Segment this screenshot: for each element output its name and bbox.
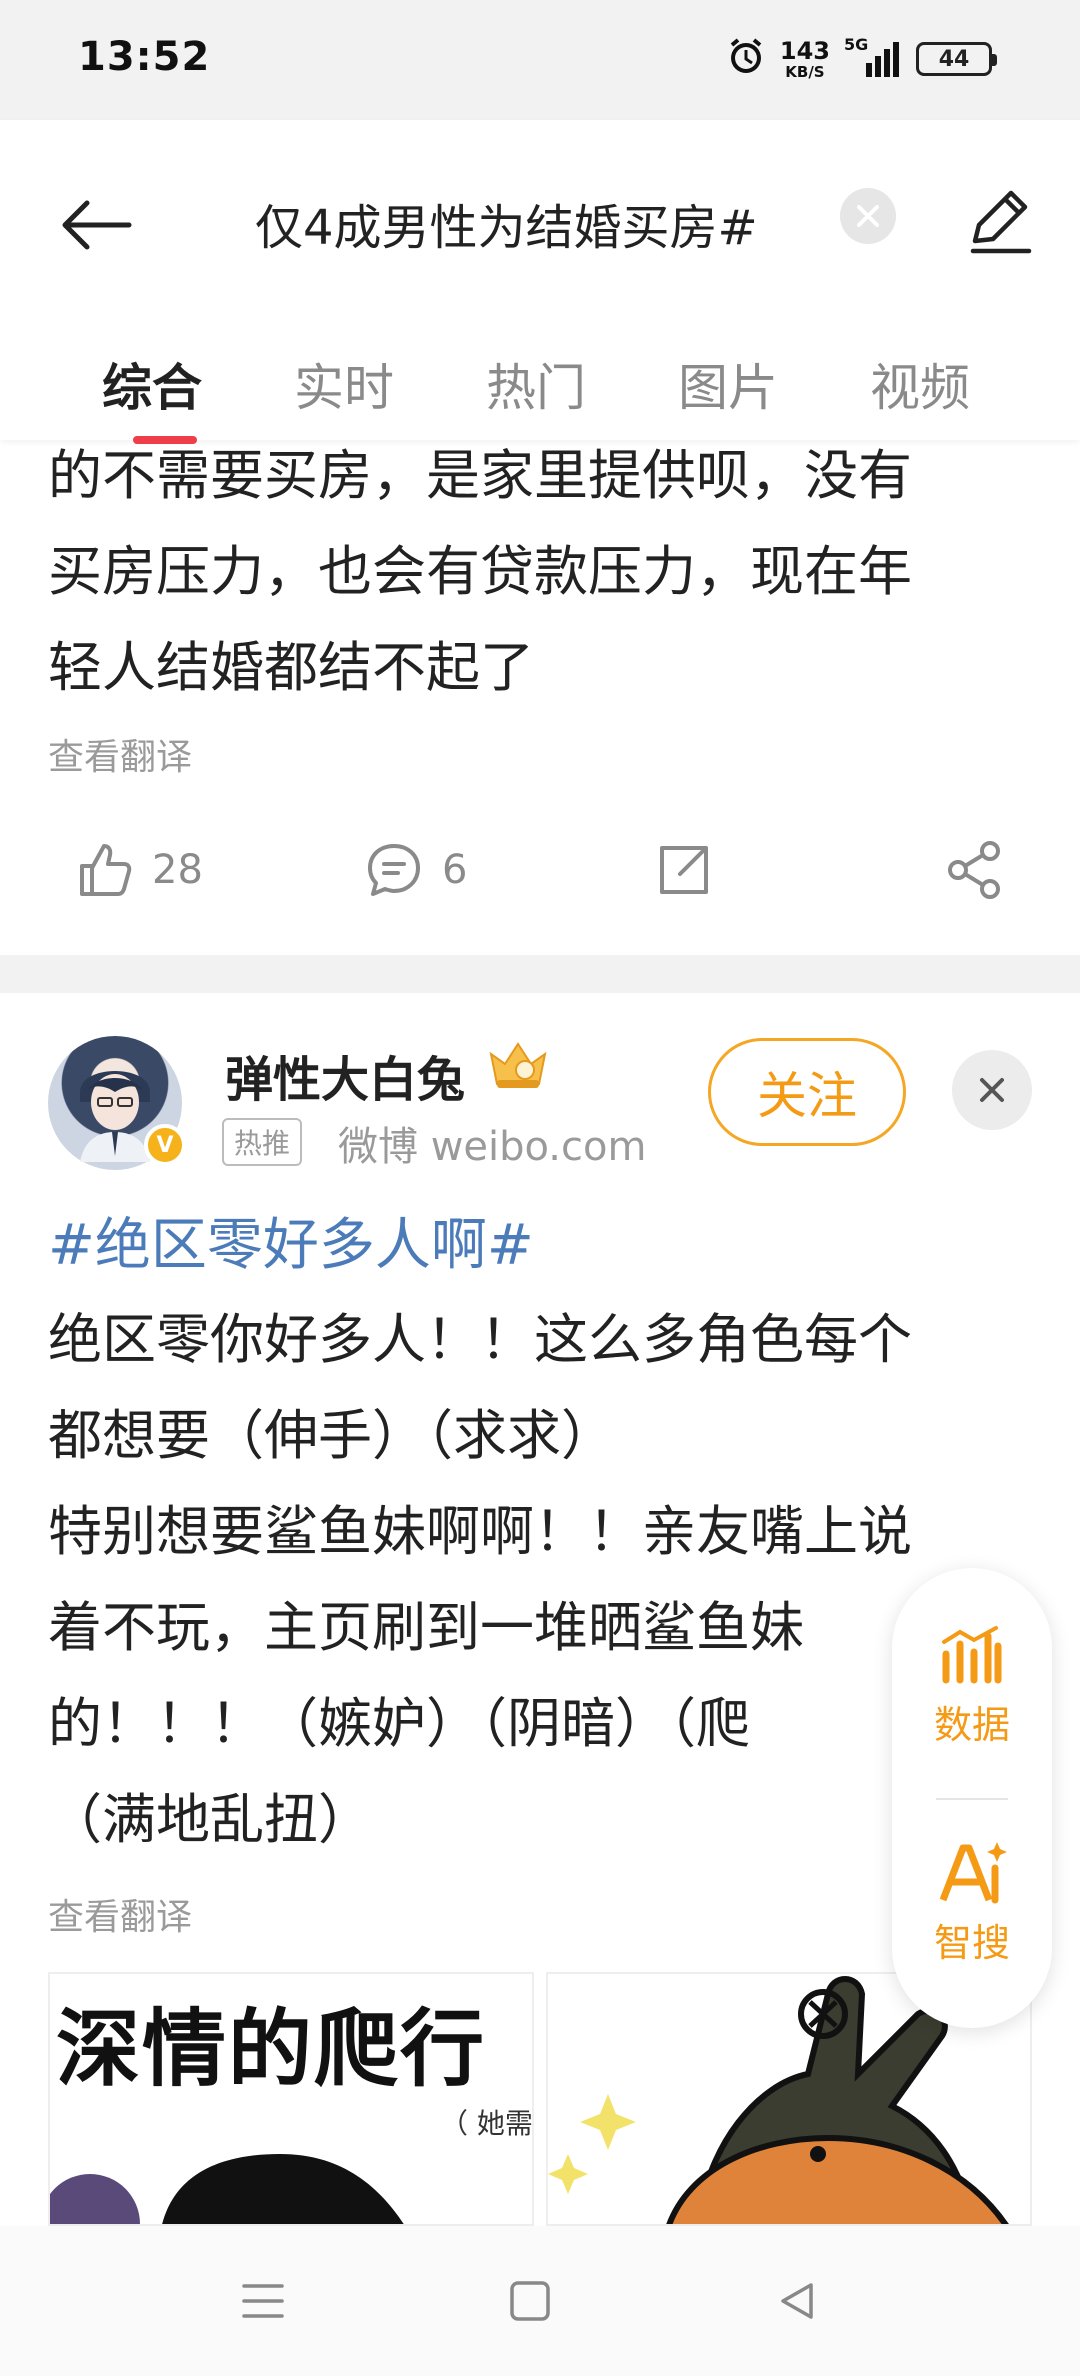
- crown-badge-icon: [489, 1042, 547, 1088]
- close-icon: [980, 1078, 1004, 1102]
- post-images: 深情的爬行 （ 她需云: [48, 1972, 1032, 2226]
- feed-divider: [0, 955, 1080, 993]
- post-text-line: 的！！！（嫉妒）（阴暗）（爬: [48, 1692, 750, 1755]
- search-query[interactable]: 仅4成男性为结婚买房#: [255, 188, 758, 258]
- net-speed: 143 KB/S: [780, 39, 830, 80]
- ai-search-button[interactable]: 智搜: [892, 1840, 1052, 1967]
- hot-tag: 热推: [222, 1118, 303, 1166]
- network-type: 5G: [844, 35, 869, 54]
- signal-icon: 5G: [844, 35, 902, 79]
- post-image-1[interactable]: 深情的爬行 （ 她需云: [48, 1972, 534, 2226]
- follow-button[interactable]: 关注: [708, 1038, 906, 1146]
- data-button[interactable]: 数据: [892, 1624, 1052, 1749]
- like-count: 28: [152, 847, 203, 893]
- system-nav-bar: [0, 2226, 1080, 2376]
- tab-general[interactable]: 综合: [102, 348, 202, 420]
- comment-count: 6: [442, 847, 468, 893]
- back-triangle-icon: [781, 2283, 813, 2319]
- share-icon: [948, 841, 1000, 899]
- edit-button[interactable]: [955, 175, 1045, 265]
- like-button[interactable]: 28: [74, 820, 203, 920]
- image-figure: [50, 2154, 404, 2224]
- alarm-icon: [726, 37, 766, 81]
- comment-button[interactable]: 6: [364, 820, 467, 920]
- side-panel-separator: [936, 1798, 1008, 1800]
- post-text-line: 着不玩，主页刷到一堆晒鲨鱼妹: [48, 1596, 804, 1659]
- menu-icon: [242, 2284, 284, 2318]
- menu-button[interactable]: [228, 2266, 298, 2336]
- clear-search-button[interactable]: [840, 188, 896, 244]
- repost-button[interactable]: [654, 820, 714, 920]
- post-text-line: 特别想要鲨鱼妹啊啊！！亲友嘴上说: [48, 1500, 912, 1563]
- battery-icon: 44: [916, 42, 997, 76]
- status-time: 13:52: [78, 34, 211, 80]
- tab-bar: 综合 实时 热门 图片 视频: [0, 320, 1080, 444]
- post-text-line: （满地乱扭）: [48, 1788, 372, 1851]
- status-bar: 13:52 143 KB/S 5G 44: [0, 0, 1080, 120]
- floating-side-panel: 数据 智搜: [892, 1568, 1052, 2028]
- repost-icon: [660, 846, 708, 894]
- search-header: 仅4成男性为结婚买房# 综合 实时 热门 图片 视频: [0, 120, 1080, 444]
- ai-search-label: 智搜: [933, 1921, 1010, 1965]
- thumbs-up-icon: [80, 844, 132, 896]
- home-button[interactable]: [495, 2266, 565, 2336]
- username[interactable]: 弹性大白兔: [225, 1040, 465, 1110]
- data-label: 数据: [933, 1703, 1010, 1747]
- share-button[interactable]: [944, 820, 1006, 920]
- net-speed-value: 143: [779, 36, 830, 65]
- tab-hot[interactable]: 热门: [486, 348, 586, 420]
- image-caption: 深情的爬行: [56, 2000, 487, 2098]
- net-speed-unit: KB/S: [785, 62, 825, 81]
- avatar[interactable]: V: [48, 1036, 186, 1170]
- verified-badge-icon: V: [144, 1124, 186, 1166]
- post-text-line: 轻人结婚都结不起了: [48, 636, 534, 699]
- status-icons: 143 KB/S 5G 44: [726, 34, 997, 84]
- tab-videos[interactable]: 视频: [870, 348, 970, 420]
- hashtag-link[interactable]: #绝区零好多人啊#: [48, 1200, 534, 1281]
- close-icon: [857, 205, 879, 227]
- tab-indicator: [133, 436, 197, 444]
- comment-icon: [368, 844, 420, 896]
- back-nav-button[interactable]: [762, 2266, 832, 2336]
- dismiss-post-button[interactable]: [952, 1050, 1032, 1130]
- ai-search-icon: [939, 1842, 1007, 1904]
- view-translation-link[interactable]: 查看翻译: [48, 1888, 192, 1940]
- post-text-line: 买房压力，也会有贷款压力，现在年: [48, 540, 912, 603]
- home-square-icon: [510, 2281, 550, 2321]
- tab-images[interactable]: 图片: [678, 348, 778, 420]
- post-source: 微博 weibo.com: [338, 1124, 647, 1170]
- view-translation-link[interactable]: 查看翻译: [48, 728, 192, 780]
- post-text-line: 的不需要买房，是家里提供呗，没有: [48, 444, 912, 507]
- data-chart-icon: [942, 1626, 1002, 1684]
- post-text-line: 都想要（伸手）（求求）: [48, 1404, 615, 1467]
- back-button[interactable]: [50, 180, 140, 270]
- back-arrow-icon: [62, 200, 132, 250]
- pencil-icon: [970, 190, 1032, 254]
- post-actions: 28 6: [0, 820, 1080, 920]
- tab-realtime[interactable]: 实时: [294, 348, 394, 420]
- post-text-line: 绝区零你好多人！！这么多角色每个: [48, 1308, 912, 1371]
